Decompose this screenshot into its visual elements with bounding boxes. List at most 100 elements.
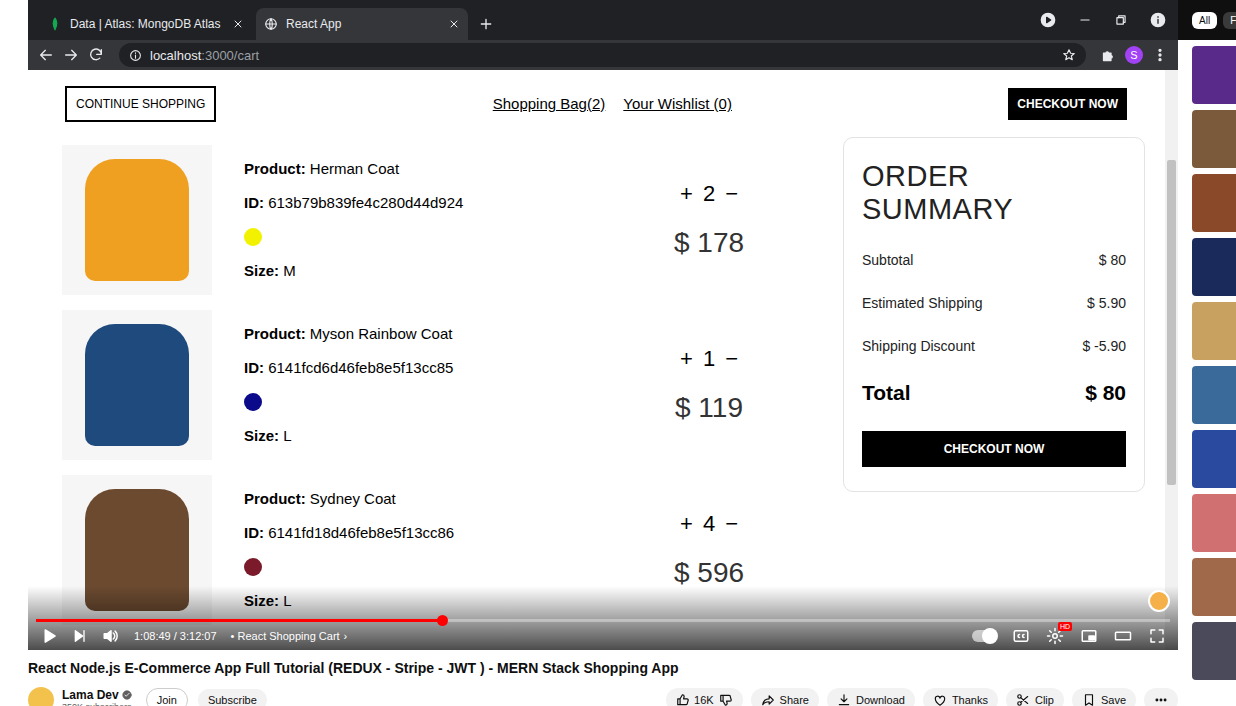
like-dislike: 16K (666, 688, 743, 706)
checkout-button[interactable]: CHECKOUT NOW (1008, 88, 1127, 120)
product-name: Product: Myson Rainbow Coat (244, 325, 604, 343)
video-thumbnail[interactable] (1192, 366, 1236, 424)
captions-icon[interactable] (1012, 627, 1030, 645)
action-button[interactable]: Clip (1006, 688, 1064, 706)
channel-name-text[interactable]: Lama Dev (62, 688, 119, 702)
chapter-title[interactable]: • React Shopping Cart › (231, 630, 348, 642)
summary-label: Shipping Discount (862, 338, 975, 354)
summary-total: Total$ 80 (862, 381, 1126, 405)
scrollbar[interactable] (1165, 70, 1178, 650)
cart-link[interactable]: Shopping Bag(2) (493, 95, 606, 112)
action-label[interactable]: Download (856, 694, 905, 706)
video-player[interactable]: Data | Atlas: MongoDB Atlas React App loc… (28, 0, 1178, 650)
bookmark-star-icon[interactable] (1062, 48, 1076, 62)
size-label: Size: (244, 262, 279, 279)
filter-chip[interactable]: F (1223, 12, 1236, 29)
like-button[interactable]: 16K (676, 693, 714, 706)
fullscreen-icon[interactable] (1148, 627, 1166, 645)
action-label[interactable]: Thanks (952, 694, 988, 706)
more-actions[interactable] (1144, 688, 1178, 706)
product-image (62, 145, 212, 295)
channel-name[interactable]: Lama Dev (62, 688, 132, 702)
action-label[interactable]: Save (1101, 694, 1126, 706)
thumbs-down-icon[interactable] (719, 693, 733, 706)
quantity-control: +1− (680, 346, 738, 372)
action-label[interactable]: Clip (1035, 694, 1054, 706)
forward-arrow-icon[interactable] (63, 47, 79, 63)
close-icon[interactable] (232, 18, 244, 30)
video-thumbnail[interactable] (1192, 494, 1236, 552)
join-button[interactable]: Join (146, 688, 188, 706)
video-thumbnail[interactable] (1192, 430, 1236, 488)
tab-title[interactable]: React App (286, 17, 440, 31)
increase-button[interactable]: + (680, 181, 693, 207)
extensions-icon[interactable] (1101, 48, 1116, 63)
play-icon[interactable] (40, 627, 58, 645)
subscribe-button[interactable]: Subscribe (198, 689, 267, 706)
action-button[interactable]: Save (1072, 688, 1136, 706)
url[interactable]: localhost:3000/cart (150, 48, 259, 63)
autoplay-toggle[interactable] (972, 630, 996, 642)
video-thumbnail[interactable] (1192, 622, 1236, 680)
cart-link[interactable]: Your Wishlist (0) (623, 95, 732, 112)
scrollbar-thumb[interactable] (1167, 160, 1176, 485)
media-control-icon[interactable] (1040, 12, 1056, 28)
progress-scrubber[interactable] (437, 615, 448, 626)
menu-icon[interactable] (1152, 47, 1168, 63)
decrease-button[interactable]: − (725, 346, 738, 372)
close-icon[interactable] (448, 18, 460, 30)
restore-icon[interactable] (1114, 13, 1128, 27)
download-icon (837, 693, 851, 706)
browser-tab[interactable]: React App (256, 8, 468, 40)
quantity: 2 (703, 181, 715, 207)
id-label: ID: (244, 359, 264, 376)
channel-watermark-icon[interactable] (1148, 590, 1170, 612)
minimize-icon[interactable] (1078, 13, 1092, 27)
increase-button[interactable]: + (680, 346, 693, 372)
address-bar[interactable]: localhost:3000/cart (119, 43, 1086, 67)
browser-toolbar: localhost:3000/cart S (28, 40, 1178, 70)
reload-icon[interactable] (88, 47, 104, 63)
next-icon[interactable] (72, 628, 88, 644)
new-tab-icon[interactable] (472, 8, 500, 40)
chapter-name[interactable]: • React Shopping Cart (231, 630, 340, 642)
video-thumbnail[interactable] (1192, 302, 1236, 360)
action-label[interactable]: Share (780, 694, 809, 706)
product-name-value: Sydney Coat (310, 490, 396, 507)
progress-track[interactable] (36, 619, 1170, 622)
chapter-arrow[interactable]: › (344, 630, 348, 642)
video-thumbnail[interactable] (1192, 238, 1236, 296)
product-label: Product: (244, 160, 306, 177)
info-icon[interactable] (1150, 12, 1166, 28)
action-button[interactable]: Thanks (923, 688, 998, 706)
continue-shopping-button[interactable]: CONTINUE SHOPPING (65, 86, 216, 122)
video-thumbnail[interactable] (1192, 110, 1236, 168)
video-thumbnail[interactable] (1192, 174, 1236, 232)
video-thumbnail[interactable] (1192, 46, 1236, 104)
volume-icon[interactable] (102, 627, 120, 645)
video-thumbnail[interactable] (1192, 558, 1236, 616)
decrease-button[interactable]: − (725, 181, 738, 207)
tab-title[interactable]: Data | Atlas: MongoDB Atlas (70, 17, 224, 31)
summary-row: Estimated Shipping$ 5.90 (862, 295, 1126, 311)
increase-button[interactable]: + (680, 511, 693, 537)
more-icon (1154, 693, 1168, 706)
channel-avatar[interactable] (28, 687, 54, 706)
product-image (62, 310, 212, 460)
product-size: Size: L (244, 427, 604, 445)
decrease-button[interactable]: − (725, 511, 738, 537)
miniplayer-icon[interactable] (1080, 627, 1098, 645)
summary-checkout-button[interactable]: CHECKOUT NOW (862, 431, 1126, 467)
profile-avatar[interactable]: S (1125, 46, 1143, 64)
back-arrow-icon[interactable] (38, 47, 54, 63)
filter-chip[interactable]: All (1192, 12, 1217, 29)
order-summary: ORDER SUMMARYSubtotal$ 80Estimated Shipp… (843, 137, 1145, 492)
action-button[interactable]: Download (827, 688, 915, 706)
browser-tab[interactable]: Data | Atlas: MongoDB Atlas (40, 8, 252, 40)
color-swatch (244, 393, 262, 411)
theater-mode-icon[interactable] (1114, 627, 1132, 645)
id-label: ID: (244, 194, 264, 211)
site-info-icon[interactable] (129, 49, 142, 62)
settings-icon[interactable]: HD (1046, 627, 1064, 645)
action-button[interactable]: Share (751, 688, 819, 706)
